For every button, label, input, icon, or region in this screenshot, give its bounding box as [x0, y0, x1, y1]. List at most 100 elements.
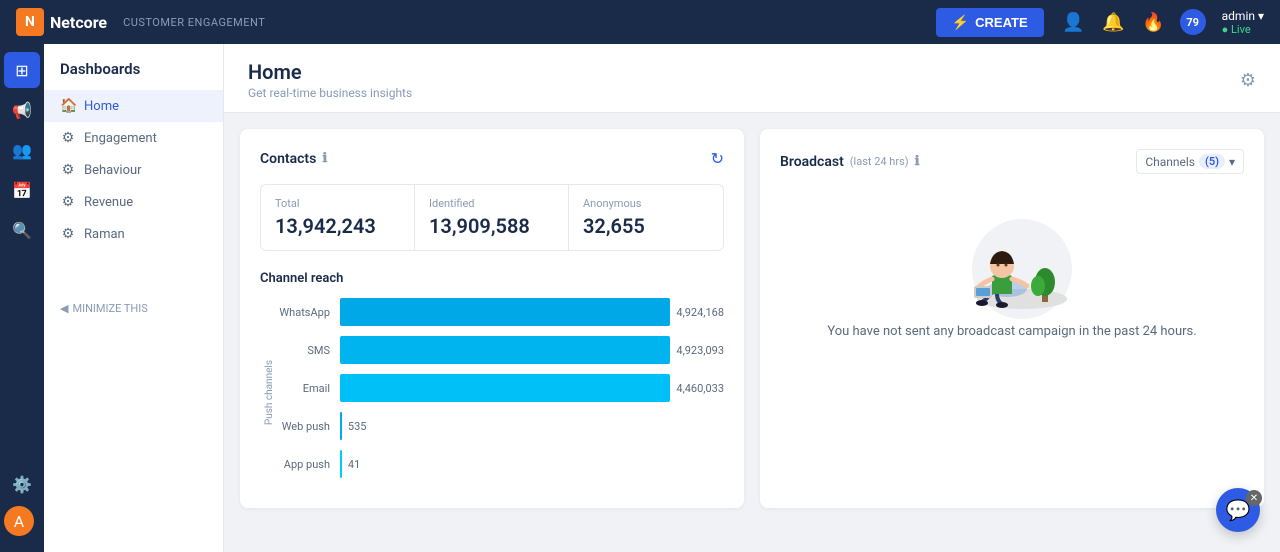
bar-row: App push 41 — [275, 450, 724, 478]
chart-area: Push channels WhatsApp4,924,168 SMS 4,923,… — [260, 298, 724, 488]
minimize-button[interactable]: ◀ MINIMIZE THIS — [44, 290, 223, 327]
logo: N Netcore — [16, 8, 107, 36]
section-label: CUSTOMER ENGAGEMENT — [123, 16, 265, 29]
settings-button[interactable]: ⚙ — [1240, 70, 1256, 91]
engagement-icon: ⚙ — [60, 130, 76, 146]
refresh-button[interactable]: ↻ — [711, 149, 724, 168]
bar-container: 4,923,093 — [340, 336, 724, 364]
navbar: N Netcore CUSTOMER ENGAGEMENT ⚡ CREATE 👤… — [0, 0, 1280, 44]
bar-label: Email — [275, 382, 340, 395]
notification-badge[interactable]: 79 — [1180, 9, 1206, 35]
bar-container: 4,460,033 — [340, 374, 724, 402]
sidebar-icon-calendar[interactable]: 📅 — [4, 172, 40, 208]
broadcast-empty-text: You have not sent any broadcast campaign… — [827, 324, 1196, 339]
fire-icon[interactable]: 🔥 — [1140, 8, 1168, 36]
sidebar-item-revenue[interactable]: ⚙ Revenue — [44, 186, 223, 218]
page-title: Home — [248, 60, 412, 84]
broadcast-title-area: Broadcast (last 24 hrs) ℹ — [780, 154, 920, 170]
bar-row: Email 4,460,033 — [275, 374, 724, 402]
sidebar-title: Dashboards — [44, 60, 223, 90]
bar-row: WhatsApp4,924,168 — [275, 298, 724, 326]
icon-sidebar: ⊞ 📢 👥 📅 🔍 ⚙️ A — [0, 44, 44, 552]
stat-identified-value: 13,909,588 — [429, 214, 554, 238]
bar-row: SMS 4,923,093 — [275, 336, 724, 364]
sidebar-item-behaviour[interactable]: ⚙ Behaviour — [44, 154, 223, 186]
chat-close-button[interactable]: ✕ — [1246, 490, 1262, 506]
home-icon: 🏠 — [60, 98, 76, 114]
page-subtitle: Get real-time business insights — [248, 86, 412, 100]
stat-identified: Identified 13,909,588 — [415, 185, 569, 250]
chevron-left-icon: ◀ — [60, 302, 68, 315]
sidebar-item-engagement-label: Engagement — [84, 131, 157, 146]
bar-value: 4,923,093 — [676, 344, 724, 357]
contacts-stats: Total 13,942,243 Identified 13,909,588 A… — [260, 184, 724, 251]
dashboard-grid: Contacts ℹ ↻ Total 13,942,243 Identified… — [224, 113, 1280, 524]
channels-count: (5) — [1199, 154, 1225, 169]
sidebar-icon-megaphone[interactable]: 📢 — [4, 92, 40, 128]
broadcast-empty: You have not sent any broadcast campaign… — [780, 174, 1244, 359]
bell-icon[interactable]: 🔔 — [1100, 8, 1128, 36]
stat-anonymous-value: 32,655 — [583, 214, 709, 238]
bar-label: SMS — [275, 344, 340, 357]
bar-container: 535 — [340, 412, 724, 440]
bar-row: Web push535 — [275, 412, 724, 440]
bolt-icon: ⚡ — [952, 14, 969, 31]
bar-label: App push — [275, 458, 340, 471]
sidebar-icon-search[interactable]: 🔍 — [4, 212, 40, 248]
main-layout: ⊞ 📢 👥 📅 🔍 ⚙️ A Dashboards 🏠 Home ⚙ Engag… — [0, 44, 1280, 552]
broadcast-info-icon[interactable]: ℹ — [915, 154, 920, 169]
y-axis-label: Push channels — [260, 360, 275, 425]
sidebar-icon-people[interactable]: 👥 — [4, 132, 40, 168]
sidebar-item-revenue-label: Revenue — [84, 195, 133, 210]
sidebar-icon-user-avatar[interactable]: A — [4, 506, 34, 536]
sidebar-item-home-label: Home — [84, 99, 119, 114]
bar-fill — [340, 298, 670, 326]
sidebar-item-raman[interactable]: ⚙ Raman — [44, 218, 223, 250]
left-sidebar: Dashboards 🏠 Home ⚙ Engagement ⚙ Behavio… — [44, 44, 224, 552]
broadcast-illustration — [932, 204, 1092, 324]
bar-fill — [340, 450, 342, 478]
stat-total-value: 13,942,243 — [275, 214, 400, 238]
sidebar-icon-settings[interactable]: ⚙️ — [4, 466, 40, 502]
navbar-icons: 👤 🔔 🔥 79 admin ▾ ● Live — [1060, 8, 1264, 36]
brand-name: Netcore — [50, 13, 107, 32]
contacts-card: Contacts ℹ ↻ Total 13,942,243 Identified… — [240, 129, 744, 508]
bar-value: 4,924,168 — [676, 306, 724, 319]
bar-fill — [340, 412, 342, 440]
page-header-left: Home Get real-time business insights — [248, 60, 412, 100]
sidebar-item-raman-label: Raman — [84, 227, 125, 242]
channel-reach-title: Channel reach — [260, 271, 724, 286]
broadcast-card: Broadcast (last 24 hrs) ℹ Channels (5) ▾ — [760, 129, 1264, 508]
bar-label: Web push — [275, 420, 340, 433]
sidebar-item-behaviour-label: Behaviour — [84, 163, 142, 178]
page-header: Home Get real-time business insights ⚙ — [224, 44, 1280, 113]
bar-container: 4,924,168 — [340, 298, 724, 326]
chevron-down-icon: ▾ — [1229, 155, 1235, 169]
sidebar-icon-grid[interactable]: ⊞ — [4, 52, 40, 88]
sidebar-item-engagement[interactable]: ⚙ Engagement — [44, 122, 223, 154]
bar-value: 4,460,033 — [676, 382, 724, 395]
sidebar-icon-bottom: ⚙️ A — [4, 466, 40, 544]
bar-fill — [340, 374, 670, 402]
stat-anonymous: Anonymous 32,655 — [569, 185, 723, 250]
admin-label: admin ▾ — [1222, 9, 1264, 23]
create-button[interactable]: ⚡ CREATE — [936, 8, 1044, 37]
contacts-card-title: Contacts ℹ — [260, 151, 327, 167]
netcore-icon: N — [16, 8, 44, 36]
user-icon[interactable]: 👤 — [1060, 8, 1088, 36]
channels-label: Channels — [1145, 155, 1195, 169]
stat-total: Total 13,942,243 — [261, 185, 415, 250]
channels-dropdown[interactable]: Channels (5) ▾ — [1136, 149, 1244, 174]
bar-fill — [340, 336, 670, 364]
chart-bars: WhatsApp4,924,168 SMS 4,923,093 Email 4,460,… — [275, 298, 724, 488]
raman-icon: ⚙ — [60, 226, 76, 242]
bar-container: 41 — [340, 450, 724, 478]
bar-value: 41 — [348, 458, 360, 471]
sidebar-item-home[interactable]: 🏠 Home — [44, 90, 223, 122]
broadcast-title: Broadcast (last 24 hrs) ℹ — [780, 154, 920, 170]
admin-info: admin ▾ ● Live — [1222, 9, 1264, 36]
contacts-info-icon[interactable]: ℹ — [322, 151, 327, 166]
broadcast-subtitle: (last 24 hrs) — [850, 155, 909, 168]
main-content: Home Get real-time business insights ⚙ C… — [224, 44, 1280, 552]
stat-total-label: Total — [275, 197, 400, 210]
